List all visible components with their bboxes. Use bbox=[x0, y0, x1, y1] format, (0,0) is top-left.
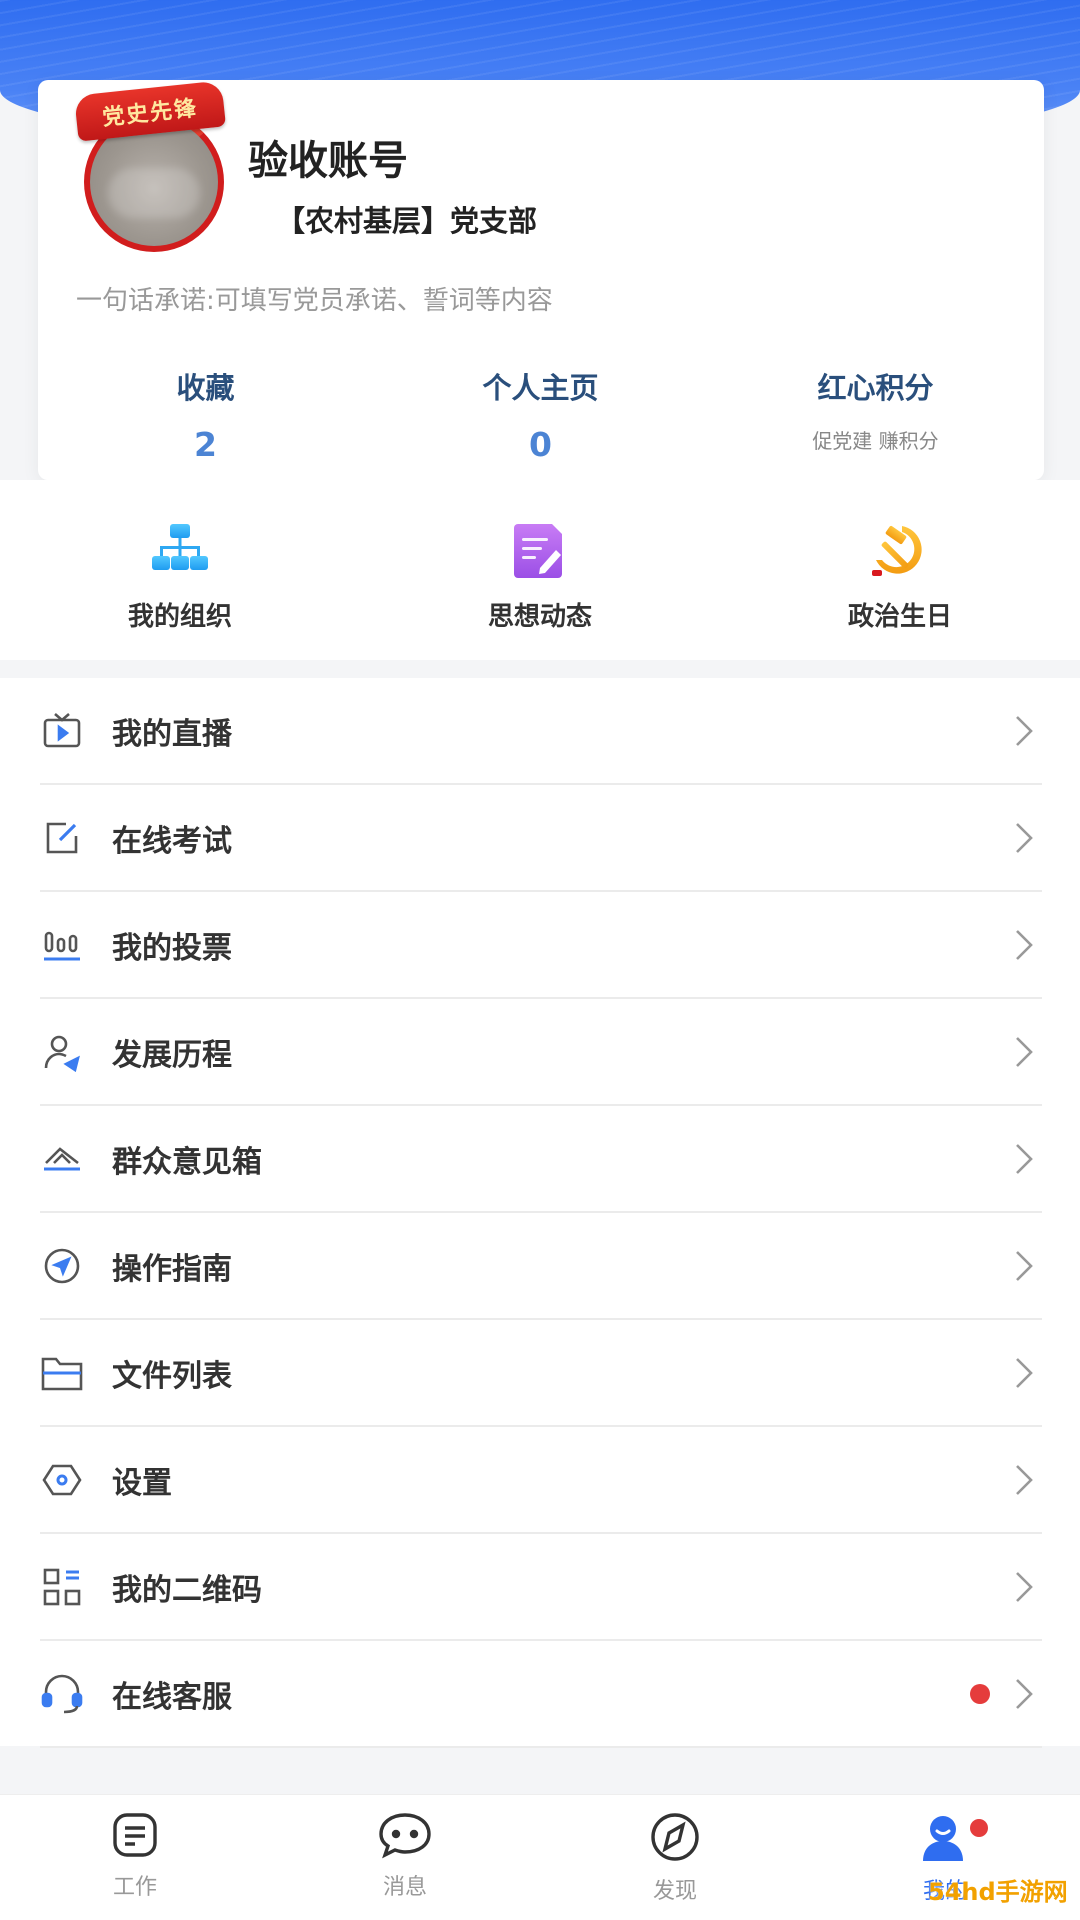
profile-card: 党史先锋 验收账号 【农村基层】党支部 一句话承诺:可填写党员承诺、誓词等内容 … bbox=[38, 80, 1044, 480]
quick-label: 政治生日 bbox=[847, 602, 952, 632]
chevron-right-icon bbox=[1016, 1036, 1033, 1067]
quick-thoughts[interactable]: 思想动态 bbox=[360, 480, 720, 660]
menu-settings[interactable]: 设置 bbox=[40, 1427, 1042, 1534]
watermark: 54hd手游网 bbox=[928, 1878, 1068, 1906]
edit-square-icon bbox=[40, 816, 84, 860]
tab-discover[interactable]: 发现 bbox=[540, 1795, 810, 1920]
settings-hex-icon bbox=[40, 1458, 84, 1502]
user-name: 验收账号 bbox=[248, 138, 408, 184]
chevron-right-icon bbox=[1016, 1143, 1033, 1174]
hammer-sickle-icon bbox=[868, 518, 932, 582]
stat-subtitle: 促党建 赚积分 bbox=[812, 429, 939, 453]
tab-label: 发现 bbox=[652, 1879, 697, 1904]
quick-actions: 我的组织 思想动态 政治生日 bbox=[0, 480, 1080, 660]
menu-label: 我的投票 bbox=[112, 930, 232, 966]
work-doc-icon bbox=[113, 1813, 157, 1857]
menu-file-list[interactable]: 文件列表 bbox=[40, 1320, 1042, 1427]
quick-label: 我的组织 bbox=[127, 602, 232, 632]
menu-my-vote[interactable]: 我的投票 bbox=[40, 892, 1042, 999]
org-chart-icon bbox=[148, 518, 212, 582]
chevron-right-icon bbox=[1016, 1357, 1033, 1388]
menu-label: 群众意见箱 bbox=[112, 1144, 262, 1180]
tab-label: 工作 bbox=[112, 1875, 157, 1900]
menu-label: 操作指南 bbox=[112, 1251, 232, 1287]
bar-vote-icon bbox=[40, 923, 84, 967]
stat-homepage[interactable]: 个人主页 0 bbox=[373, 365, 708, 464]
quick-label: 思想动态 bbox=[487, 602, 592, 632]
menu-label: 我的二维码 bbox=[112, 1572, 262, 1608]
menu-development-history[interactable]: 发展历程 bbox=[40, 999, 1042, 1106]
user-progress-icon bbox=[40, 1030, 84, 1074]
tab-badge bbox=[970, 1819, 988, 1837]
pledge-text[interactable]: 一句话承诺:可填写党员承诺、誓词等内容 bbox=[76, 280, 553, 317]
chevron-right-icon bbox=[1016, 1571, 1033, 1602]
menu-label: 在线考试 bbox=[112, 823, 232, 859]
menu-label: 在线客服 bbox=[112, 1679, 232, 1715]
stat-label: 个人主页 bbox=[482, 371, 599, 405]
tab-label: 消息 bbox=[382, 1875, 427, 1900]
menu-list: 我的直播 在线考试 我的投票 发展历程 群众意见箱 操作指南 文件列表 设置 我… bbox=[0, 678, 1080, 1748]
tab-work[interactable]: 工作 bbox=[0, 1795, 270, 1920]
menu-label: 发展历程 bbox=[112, 1037, 232, 1073]
menu-my-qrcode[interactable]: 我的二维码 bbox=[40, 1534, 1042, 1641]
stat-favorites[interactable]: 收藏 2 bbox=[38, 365, 373, 464]
avatar[interactable]: 党史先锋 bbox=[74, 80, 226, 252]
bottom-tab-bar: 工作 消息 发现 我的 bbox=[0, 1794, 1080, 1920]
menu-my-live[interactable]: 我的直播 bbox=[40, 678, 1042, 785]
menu-opinion-box[interactable]: 群众意见箱 bbox=[40, 1106, 1042, 1213]
compass-guide-icon bbox=[40, 1244, 84, 1288]
profile-icon bbox=[923, 1816, 963, 1861]
menu-label: 设置 bbox=[112, 1465, 172, 1501]
tv-live-icon bbox=[40, 709, 84, 753]
notification-dot bbox=[970, 1683, 990, 1704]
menu-label: 文件列表 bbox=[112, 1358, 232, 1394]
tab-messages[interactable]: 消息 bbox=[270, 1795, 540, 1920]
stat-value: 0 bbox=[529, 425, 552, 464]
stats-row: 收藏 2 个人主页 0 红心积分 促党建 赚积分 bbox=[38, 365, 1044, 464]
chevron-right-icon bbox=[1016, 929, 1033, 960]
chevron-right-icon bbox=[1016, 1250, 1033, 1281]
chat-bubble-icon bbox=[379, 1813, 431, 1859]
chevron-right-icon bbox=[1016, 1678, 1033, 1709]
menu-operation-guide[interactable]: 操作指南 bbox=[40, 1213, 1042, 1320]
compass-icon bbox=[651, 1813, 699, 1861]
user-branch: 【农村基层】党支部 bbox=[276, 204, 538, 238]
quick-my-organization[interactable]: 我的组织 bbox=[0, 480, 360, 660]
qr-code-icon bbox=[40, 1565, 84, 1609]
menu-label: 我的直播 bbox=[112, 716, 232, 752]
chevron-right-icon bbox=[1016, 715, 1033, 746]
stat-value: 2 bbox=[194, 425, 217, 464]
stat-label: 红心积分 bbox=[817, 371, 934, 405]
stat-label: 收藏 bbox=[176, 371, 235, 405]
chevron-right-icon bbox=[1016, 822, 1033, 853]
mailbox-icon bbox=[40, 1137, 84, 1181]
folder-icon bbox=[40, 1351, 84, 1395]
chevron-right-icon bbox=[1016, 1464, 1033, 1495]
menu-customer-service[interactable]: 在线客服 bbox=[40, 1641, 1042, 1748]
note-edit-icon bbox=[508, 518, 572, 582]
headset-icon bbox=[40, 1672, 84, 1716]
quick-political-birthday[interactable]: 政治生日 bbox=[720, 480, 1080, 660]
menu-online-exam[interactable]: 在线考试 bbox=[40, 785, 1042, 892]
stat-points[interactable]: 红心积分 促党建 赚积分 bbox=[708, 365, 1043, 464]
